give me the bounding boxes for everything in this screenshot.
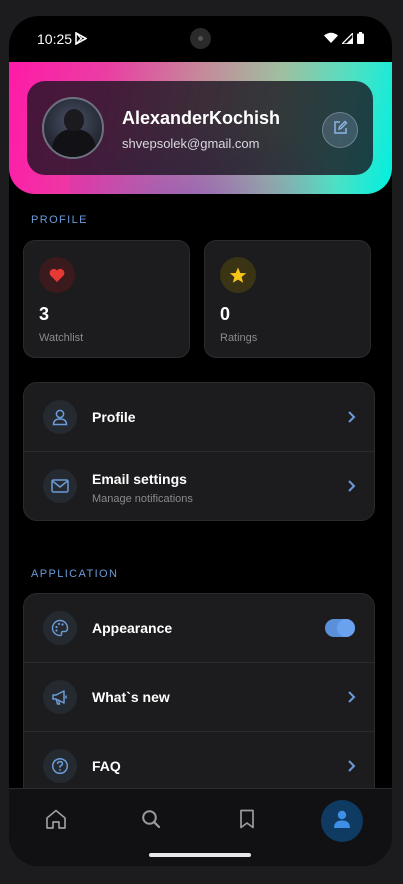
nav-bookmarks[interactable]	[227, 801, 267, 841]
watchlist-stat-card[interactable]: 3 Watchlist	[23, 240, 190, 358]
menu-item-whats-new[interactable]: What`s new	[24, 663, 374, 732]
menu-item-label: What`s new	[92, 689, 170, 705]
user-email: shvepsolek@gmail.com	[122, 136, 260, 151]
menu-item-label: Profile	[92, 409, 136, 425]
status-time: 10:25	[37, 31, 73, 47]
nav-account[interactable]	[321, 800, 363, 842]
wifi-icon	[324, 31, 338, 49]
question-icon	[43, 749, 77, 783]
application-menu-group: Appearance What`s new FAQ	[23, 593, 375, 793]
signal-icon	[340, 31, 354, 49]
palette-icon	[43, 611, 77, 645]
status-bar: 10:25	[9, 16, 392, 62]
status-icons	[324, 31, 364, 49]
menu-item-email-settings[interactable]: Email settings Manage notifications	[24, 452, 374, 520]
watchlist-count: 3	[39, 304, 50, 324]
phone-screen: 10:25 AlexanderKochish shvepsolek@gmail.…	[9, 16, 392, 866]
nav-home[interactable]	[36, 801, 76, 841]
menu-item-faq[interactable]: FAQ	[24, 732, 374, 792]
menu-item-profile[interactable]: Profile	[24, 383, 374, 452]
appearance-toggle[interactable]	[325, 619, 355, 637]
section-profile-label: PROFILE	[31, 214, 88, 226]
watchlist-label: Watchlist	[39, 332, 84, 344]
chevron-right-icon	[347, 410, 356, 429]
mail-icon	[43, 469, 77, 503]
section-application-label: APPLICATION	[31, 568, 119, 580]
battery-icon	[357, 31, 364, 49]
home-indicator	[149, 853, 251, 857]
user-name: AlexanderKochish	[122, 108, 281, 128]
bookmark-icon	[239, 809, 255, 834]
chevron-right-icon	[347, 479, 356, 498]
bottom-navigation	[9, 788, 392, 866]
person-icon	[43, 400, 77, 434]
edit-icon	[333, 120, 348, 140]
megaphone-icon	[43, 680, 77, 714]
profile-hero-banner: AlexanderKochish shvepsolek@gmail.com	[9, 62, 392, 194]
user-card: AlexanderKochish shvepsolek@gmail.com	[27, 81, 373, 175]
chevron-right-icon	[347, 759, 356, 778]
menu-item-label: Email settings	[92, 471, 187, 487]
edit-profile-button[interactable]	[322, 112, 358, 148]
ratings-label: Ratings	[220, 332, 258, 344]
menu-item-label: Appearance	[92, 620, 173, 636]
avatar[interactable]	[42, 97, 104, 159]
menu-item-label: FAQ	[92, 758, 121, 774]
play-store-icon	[75, 31, 88, 50]
star-icon	[220, 257, 256, 293]
menu-item-subtitle: Manage notifications	[92, 493, 193, 505]
chevron-right-icon	[347, 690, 356, 709]
nav-search[interactable]	[131, 801, 171, 841]
ratings-count: 0	[220, 304, 231, 324]
heart-icon	[39, 257, 75, 293]
ratings-stat-card[interactable]: 0 Ratings	[204, 240, 371, 358]
menu-item-appearance[interactable]: Appearance	[24, 594, 374, 663]
front-camera	[190, 28, 211, 49]
home-icon	[45, 809, 67, 834]
profile-menu-group: Profile Email settings Manage notificati…	[23, 382, 375, 521]
search-icon	[141, 809, 161, 834]
person-icon	[332, 809, 352, 834]
